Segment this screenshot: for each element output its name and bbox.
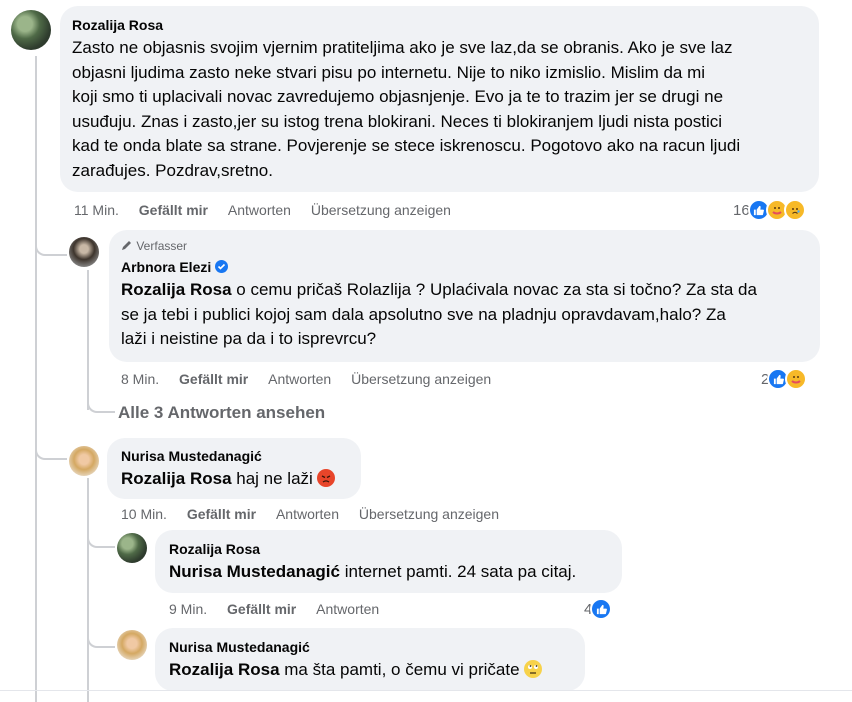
thread-line-main (35, 56, 37, 702)
comment-bubble: Rozalija Rosa Nurisa Mustedanagić intern… (155, 530, 622, 593)
author-badge: Verfasser (121, 238, 808, 254)
comment-author[interactable]: Arbnora Elezi (121, 258, 808, 276)
comment-bubble: Nurisa Mustedanagić Rozalija Rosa haj ne… (107, 438, 361, 499)
avatar[interactable] (11, 10, 51, 50)
bottom-divider (0, 690, 852, 691)
translate-link[interactable]: Übersetzung anzeigen (311, 202, 451, 218)
like-button[interactable]: Gefällt mir (227, 601, 296, 617)
like-icon (590, 598, 613, 620)
thread-connector (87, 395, 115, 413)
thread-connector (87, 530, 115, 548)
reactions-summary[interactable]: 2 (761, 368, 808, 390)
comment-bubble: Verfasser Arbnora Elezi Rozalija Rosa o … (109, 230, 820, 362)
thread-connector (35, 440, 67, 460)
avatar[interactable] (117, 533, 147, 563)
comment-text: Rozalija Rosa o cemu pričaš Rolazlija ? … (121, 280, 757, 348)
translate-link[interactable]: Übersetzung anzeigen (359, 506, 499, 522)
timestamp[interactable]: 9 Min. (169, 601, 207, 617)
sad-icon (783, 199, 806, 221)
mention-link[interactable]: Nurisa Mustedanagić (169, 562, 340, 581)
avatar[interactable] (69, 446, 99, 476)
mention-link[interactable]: Rozalija Rosa (121, 469, 232, 488)
mention-link[interactable]: Rozalija Rosa (169, 660, 280, 679)
reactions-summary[interactable]: 4 (584, 598, 613, 620)
comment-author[interactable]: Rozalija Rosa (72, 16, 807, 34)
reactions-summary[interactable]: 16 (733, 199, 806, 221)
comment-author[interactable]: Rozalija Rosa (169, 540, 608, 558)
thread-line-reply (87, 270, 89, 410)
comment-actions: 9 Min. Gefällt mir Antworten (169, 601, 379, 617)
comment-text: Zasto ne objasnis svojim vjernim pratite… (72, 38, 741, 180)
thread-connector (87, 630, 115, 648)
comment-text: Rozalija Rosa haj ne laži (121, 467, 347, 492)
like-button[interactable]: Gefällt mir (179, 371, 248, 387)
timestamp[interactable]: 8 Min. (121, 371, 159, 387)
angry-face-icon (316, 469, 335, 487)
like-button[interactable]: Gefällt mir (139, 202, 208, 218)
comment-bubble: Rozalija Rosa Zasto ne objasnis svojim v… (60, 6, 819, 192)
timestamp[interactable]: 11 Min. (74, 202, 119, 218)
comment-actions: 11 Min. Gefällt mir Antworten Übersetzun… (74, 202, 451, 218)
reply-button[interactable]: Antworten (228, 202, 291, 218)
comment-actions: 10 Min. Gefällt mir Antworten Übersetzun… (121, 506, 499, 522)
reply-button[interactable]: Antworten (316, 601, 379, 617)
comment-author[interactable]: Nurisa Mustedanagić (169, 638, 571, 656)
reply-button[interactable]: Antworten (268, 371, 331, 387)
comment-actions: 8 Min. Gefällt mir Antworten Übersetzung… (121, 371, 491, 387)
thread-line-reply (87, 478, 89, 702)
comment-bubble: Nurisa Mustedanagić Rozalija Rosa ma šta… (155, 628, 585, 691)
care-icon (785, 368, 808, 390)
avatar[interactable] (69, 237, 99, 267)
translate-link[interactable]: Übersetzung anzeigen (351, 371, 491, 387)
comment-text: Rozalija Rosa ma šta pamti, o čemu vi pr… (169, 658, 571, 683)
view-replies-link[interactable]: Alle 3 Antworten ansehen (118, 403, 325, 423)
like-button[interactable]: Gefällt mir (187, 506, 256, 522)
comment-text: Nurisa Mustedanagić internet pamti. 24 s… (169, 562, 577, 581)
pencil-icon (122, 241, 131, 250)
eye-roll-face-icon (523, 660, 542, 678)
comment-author[interactable]: Nurisa Mustedanagić (121, 447, 347, 465)
avatar[interactable] (117, 630, 147, 660)
thread-connector (35, 230, 67, 256)
timestamp[interactable]: 10 Min. (121, 506, 167, 522)
mention-link[interactable]: Rozalija Rosa (121, 280, 232, 299)
verified-icon (215, 260, 229, 273)
reply-button[interactable]: Antworten (276, 506, 339, 522)
